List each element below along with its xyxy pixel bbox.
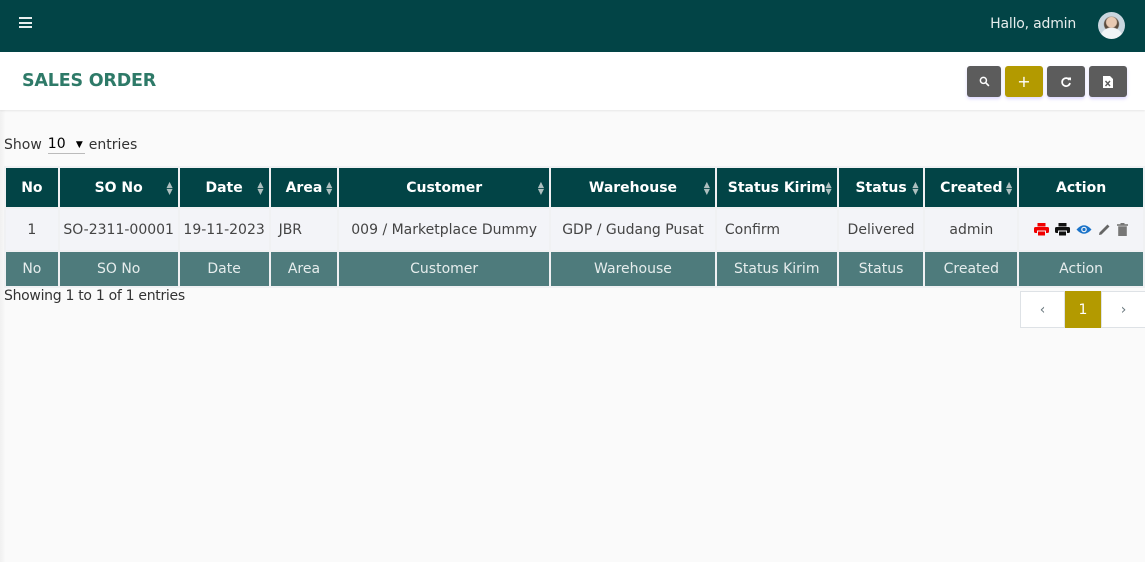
search-icon [979,76,989,87]
print-red-button[interactable] [1034,223,1050,236]
delete-button[interactable] [1117,223,1129,236]
pencil-icon [1099,224,1110,235]
page-header: SALES ORDER + [0,52,1145,110]
cell-so-no: SO-2311-00001 [57,207,180,252]
entries-select-value: 10 [47,136,66,152]
search-button[interactable] [967,66,1001,97]
sales-order-table: No SO No ▲ ▼ Date ▲ ▼ Area ▲ ▼ Customer ▲ ▼ Ware… [4,166,1145,288]
footer-so-no: SO No [57,250,180,288]
column-header-status[interactable]: Status ▲ ▼ [836,166,926,209]
print-icon [1055,223,1071,236]
pagination-next[interactable]: › [1101,291,1145,328]
pagination: ‹ 1 › [1020,291,1145,328]
footer-customer: Customer [337,250,552,288]
cell-created: admin [923,207,1020,252]
cell-date: 19-11-2023 [177,207,271,252]
column-header-status-kirim[interactable]: Status Kirim ▲ ▼ [714,166,839,209]
user-avatar[interactable] [1098,12,1125,39]
column-header-so-no[interactable]: SO No ▲ ▼ [57,166,180,209]
cell-status-kirim: Confirm [714,207,839,252]
edit-button[interactable] [1098,223,1111,236]
column-label: Date [205,179,243,196]
column-header-action: Action [1017,166,1145,209]
column-label: Created [940,179,1003,196]
column-header-customer[interactable]: Customer ▲ ▼ [337,166,552,209]
column-label: Area [285,179,323,196]
trash-icon [1117,223,1129,236]
print-black-button[interactable] [1055,223,1071,236]
footer-no: No [4,250,60,288]
refresh-icon [1061,76,1071,87]
column-label: Status Kirim [727,179,826,196]
footer-status-kirim: Status Kirim [714,250,839,288]
table-info: Showing 1 to 1 of 1 entries [4,288,185,304]
print-icon [1034,223,1050,236]
table-footer-row: No SO No Date Area Customer Warehouse St… [4,250,1145,288]
cell-action [1017,207,1145,252]
column-label: Customer [406,179,483,196]
column-header-created[interactable]: Created ▲ ▼ [923,166,1020,209]
sort-icon: ▲ ▼ [703,180,710,196]
plus-icon: + [1017,72,1031,91]
column-label: Action [1055,179,1107,196]
export-excel-button[interactable] [1089,66,1127,97]
eye-icon [1076,225,1092,234]
footer-warehouse: Warehouse [549,250,717,288]
sort-icon: ▲ ▼ [257,180,264,196]
cell-no: 1 [4,207,60,252]
length-suffix: entries [88,137,138,153]
footer-action: Action [1017,250,1145,288]
column-label: Status [855,179,907,196]
sort-icon: ▲ ▼ [537,180,545,196]
sort-icon: ▲ ▼ [1006,180,1013,196]
caret-down-icon: ▼ [75,140,83,150]
view-button[interactable] [1076,224,1092,235]
sort-icon: ▲ ▼ [326,180,333,196]
sort-icon: ▲ ▼ [166,180,173,196]
footer-date: Date [177,250,271,288]
footer-created: Created [923,250,1020,288]
length-prefix: Show [4,137,42,153]
page-title: SALES ORDER [22,71,157,91]
column-header-area[interactable]: Area ▲ ▼ [268,166,340,209]
sort-icon: ▲ ▼ [912,180,919,196]
refresh-button[interactable] [1047,66,1085,97]
column-header-no[interactable]: No [4,166,60,209]
table-row: 1 SO-2311-00001 19-11-2023 JBR 009 / Mar… [4,207,1145,252]
column-label: Warehouse [588,179,678,196]
column-header-date[interactable]: Date ▲ ▼ [177,166,271,209]
top-navbar: Hallo, admin [0,0,1145,52]
sidebar-edge [0,52,6,562]
cell-area: JBR [268,207,340,252]
footer-status: Status [836,250,926,288]
excel-file-icon [1103,75,1113,88]
hamburger-icon[interactable] [19,17,32,28]
cell-status: Delivered [836,207,926,252]
cell-warehouse: GDP / Gudang Pusat [549,207,717,252]
pagination-page-1[interactable]: 1 [1065,291,1101,328]
add-button[interactable]: + [1005,66,1043,97]
column-label: No [21,179,43,196]
column-header-warehouse[interactable]: Warehouse ▲ ▼ [549,166,717,209]
table-header-row: No SO No ▲ ▼ Date ▲ ▼ Area ▲ ▼ Customer ▲ ▼ Ware… [4,166,1145,209]
cell-customer: 009 / Marketplace Dummy [337,207,552,252]
footer-area: Area [268,250,340,288]
pagination-previous[interactable]: ‹ [1020,291,1065,328]
column-label: SO No [94,179,143,196]
sort-icon: ▲ ▼ [825,180,832,196]
length-menu: Show 10 ▼ entries [4,136,137,154]
entries-select[interactable]: 10 ▼ [47,136,85,154]
user-greeting: Hallo, admin [990,16,1076,32]
